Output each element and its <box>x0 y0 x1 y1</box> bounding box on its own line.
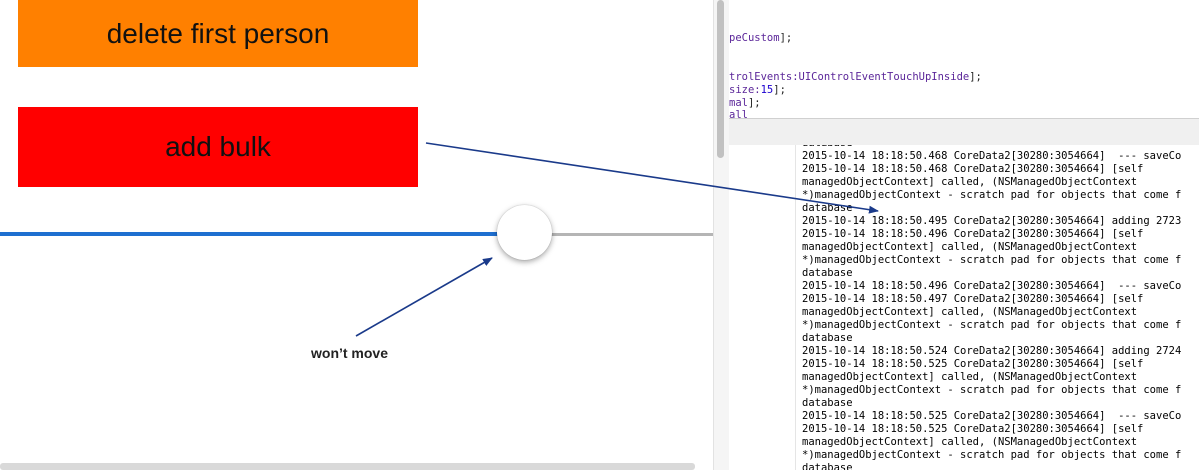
code-line: peCustom]; <box>729 32 793 44</box>
console-line: 2015-10-14 18:18:50.468 CoreData2[30280:… <box>802 150 1182 162</box>
debug-bar <box>729 118 1199 147</box>
console-line: 2015-10-14 18:18:50.468 CoreData2[30280:… <box>802 163 1144 175</box>
code-line: trolEvents:UIControlEventTouchUpInside]; <box>729 71 982 83</box>
console-line: 2015-10-14 18:18:50.525 CoreData2[30280:… <box>802 423 1144 435</box>
simulator-screen: delete first person add bulk won’t move <box>0 0 713 470</box>
slider-thumb[interactable] <box>497 205 552 260</box>
delete-first-person-button[interactable]: delete first person <box>18 0 418 67</box>
console-line: *)managedObjectContext - scratch pad for… <box>802 319 1182 331</box>
console-line: 2015-10-14 18:18:50.495 CoreData2[30280:… <box>802 215 1182 227</box>
code-line: size:15]; <box>729 84 786 96</box>
vertical-scroll-thumb[interactable] <box>717 0 724 158</box>
console-line: database <box>802 397 853 409</box>
console-line: 2015-10-14 18:18:50.496 CoreData2[30280:… <box>802 280 1182 292</box>
slider-min-track[interactable] <box>0 232 525 236</box>
console-line: database <box>802 267 853 279</box>
console-line: database <box>802 202 853 214</box>
console-line: 2015-10-14 18:18:50.497 CoreData2[30280:… <box>802 293 1144 305</box>
console-line: *)managedObjectContext - scratch pad for… <box>802 254 1182 266</box>
console-line: database <box>802 332 853 344</box>
console-line: *)managedObjectContext - scratch pad for… <box>802 189 1182 201</box>
console-line: *)managedObjectContext - scratch pad for… <box>802 449 1182 461</box>
code-line: mal]; <box>729 97 761 109</box>
code-editor[interactable]: peCustom]; trolEvents:UIControlEventTouc… <box>729 0 1199 121</box>
console-line: 2015-10-14 18:18:50.525 CoreData2[30280:… <box>802 410 1182 422</box>
console-line: 2015-10-14 18:18:50.525 CoreData2[30280:… <box>802 358 1144 370</box>
console-line: 2015-10-14 18:18:50.496 CoreData2[30280:… <box>802 228 1144 240</box>
console-line: managedObjectContext] called, (NSManaged… <box>802 306 1138 318</box>
console-line: managedObjectContext] called, (NSManaged… <box>802 176 1138 188</box>
console-line: managedObjectContext] called, (NSManaged… <box>802 241 1138 253</box>
variables-pane <box>729 145 796 470</box>
console-line: 2015-10-14 18:18:50.524 CoreData2[30280:… <box>802 345 1182 357</box>
console-line: managedObjectContext] called, (NSManaged… <box>802 436 1138 448</box>
console-line: *)managedObjectContext - scratch pad for… <box>802 384 1182 396</box>
slider-max-track[interactable] <box>525 233 713 236</box>
console-line: database <box>802 462 853 470</box>
console-line: managedObjectContext] called, (NSManaged… <box>802 371 1138 383</box>
add-bulk-button[interactable]: add bulk <box>18 107 418 187</box>
wont-move-annotation: won’t move <box>311 345 389 361</box>
console-log: database 2015-10-14 18:18:50.468 CoreData… <box>802 145 1181 470</box>
horizontal-scrollbar[interactable] <box>0 463 695 470</box>
debug-console[interactable]: database 2015-10-14 18:18:50.468 CoreData… <box>729 145 1199 470</box>
